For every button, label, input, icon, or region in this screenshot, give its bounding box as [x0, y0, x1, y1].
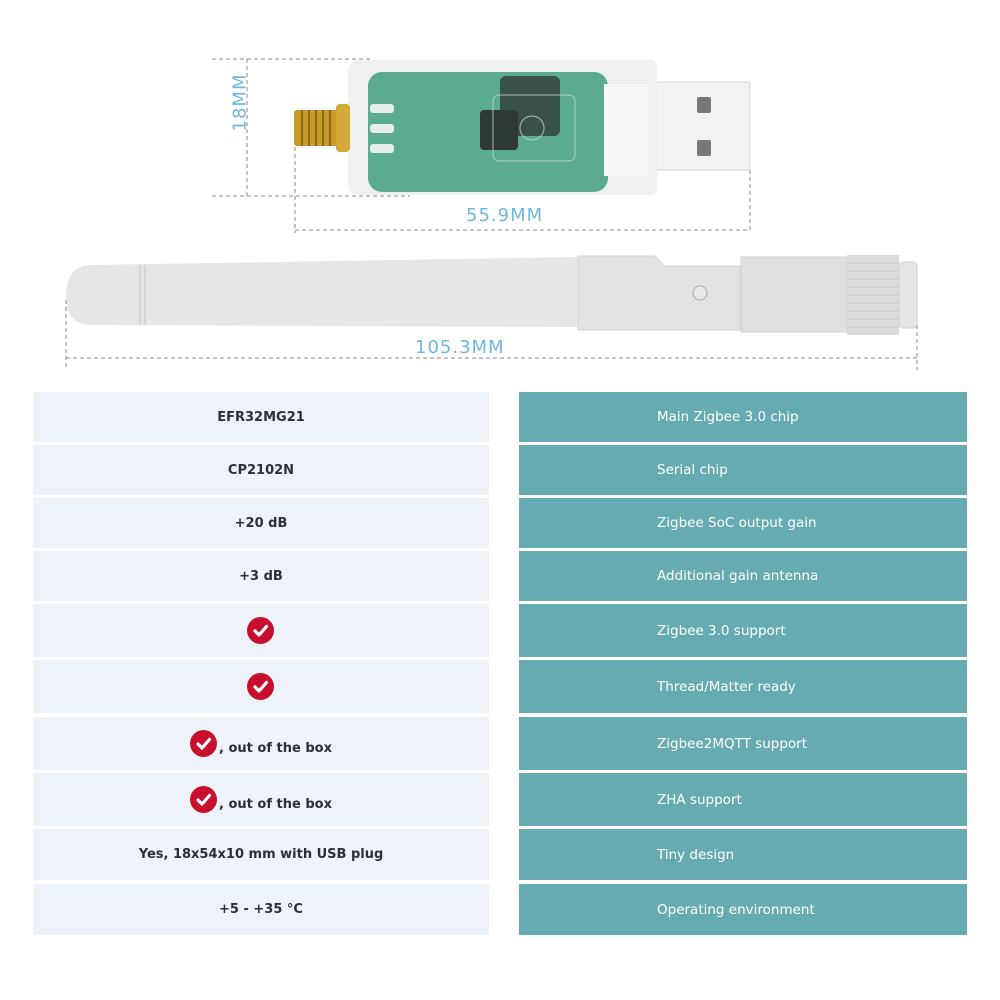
spec-feature-cell: ZHA support: [519, 773, 967, 826]
spec-feature: Zigbee 3.0 support: [657, 622, 786, 639]
spec-row: EFR32MG21 Main Zigbee 3.0 chip: [33, 392, 967, 442]
spec-row: +3 dB Additional gain antenna: [33, 551, 967, 601]
spec-feature: Additional gain antenna: [657, 568, 819, 584]
spec-feature-cell: Zigbee SoC output gain: [519, 498, 967, 548]
spec-row: , out of the box ZHA support: [33, 773, 967, 826]
spec-feature: Zigbee2MQTT support: [657, 735, 807, 752]
spec-feature: Tiny design: [657, 846, 735, 863]
dongle-height-label: 18MM: [229, 73, 251, 132]
spec-feature-cell: Thread/Matter ready: [519, 660, 967, 713]
spec-value-cell: EFR32MG21: [33, 392, 489, 442]
product-illustration: [65, 58, 918, 370]
spec-value: , out of the box: [219, 741, 332, 756]
spec-row: Thread/Matter ready: [33, 660, 967, 713]
spec-value-with-check: [246, 617, 276, 644]
check-circle-icon: [246, 673, 274, 700]
spec-value: CP2102N: [227, 462, 295, 478]
spec-value-cell: [33, 660, 489, 713]
spec-row: CP2102N Serial chip: [33, 445, 967, 495]
product-figure: 18MM 55.9MM 105.3MM: [0, 0, 1000, 380]
spec-row: Zigbee 3.0 support: [33, 604, 967, 657]
spec-feature: Thread/Matter ready: [657, 678, 796, 695]
spec-feature-cell: Operating environment: [519, 884, 967, 935]
spec-feature: Operating environment: [657, 901, 815, 918]
spec-value: Yes, 18x54x10 mm with USB plug: [138, 847, 384, 862]
antenna-length-label: 105.3MM: [415, 337, 505, 358]
antenna-icon: [66, 255, 918, 335]
spec-feature: ZHA support: [657, 791, 742, 808]
spec-feature-cell: Tiny design: [519, 829, 967, 880]
spec-value-cell: Yes, 18x54x10 mm with USB plug: [33, 829, 489, 880]
spec-value-cell: , out of the box: [33, 717, 489, 770]
spec-value-with-check: , out of the box: [190, 730, 332, 757]
spec-feature-cell: Main Zigbee 3.0 chip: [519, 392, 967, 442]
spec-row: , out of the box Zigbee2MQTT support: [33, 717, 967, 770]
spec-feature-cell: Zigbee 3.0 support: [519, 604, 967, 657]
spec-value-cell: +5 - +35 °C: [33, 884, 489, 935]
spec-value: +20 dB: [234, 515, 288, 531]
spec-feature: Zigbee SoC output gain: [657, 515, 817, 531]
spec-feature-cell: Zigbee2MQTT support: [519, 717, 967, 770]
usb-dongle-icon: [294, 60, 751, 195]
spec-value-with-check: [246, 673, 276, 700]
check-circle-icon: [190, 786, 218, 813]
spec-row: +5 - +35 °C Operating environment: [33, 884, 967, 935]
spec-feature-cell: Additional gain antenna: [519, 551, 967, 601]
spec-value: , out of the box: [219, 797, 332, 812]
spec-value: +3 dB: [239, 568, 283, 584]
spec-feature-cell: Serial chip: [519, 445, 967, 495]
spec-value: +5 - +35 °C: [219, 902, 303, 917]
check-circle-icon: [190, 730, 218, 757]
spec-value: EFR32MG21: [217, 409, 305, 425]
spec-value-cell: +20 dB: [33, 498, 489, 548]
spec-feature: Serial chip: [657, 462, 728, 478]
spec-row: Yes, 18x54x10 mm with USB plug Tiny desi…: [33, 829, 967, 880]
spec-feature: Main Zigbee 3.0 chip: [657, 409, 799, 425]
spec-value-cell: +3 dB: [33, 551, 489, 601]
spec-value-cell: [33, 604, 489, 657]
dongle-length-label: 55.9MM: [466, 205, 544, 226]
spec-value-cell: , out of the box: [33, 773, 489, 826]
spec-row: +20 dB Zigbee SoC output gain: [33, 498, 967, 548]
check-circle-icon: [246, 617, 274, 644]
spec-value-with-check: , out of the box: [190, 786, 332, 813]
spec-value-cell: CP2102N: [33, 445, 489, 495]
